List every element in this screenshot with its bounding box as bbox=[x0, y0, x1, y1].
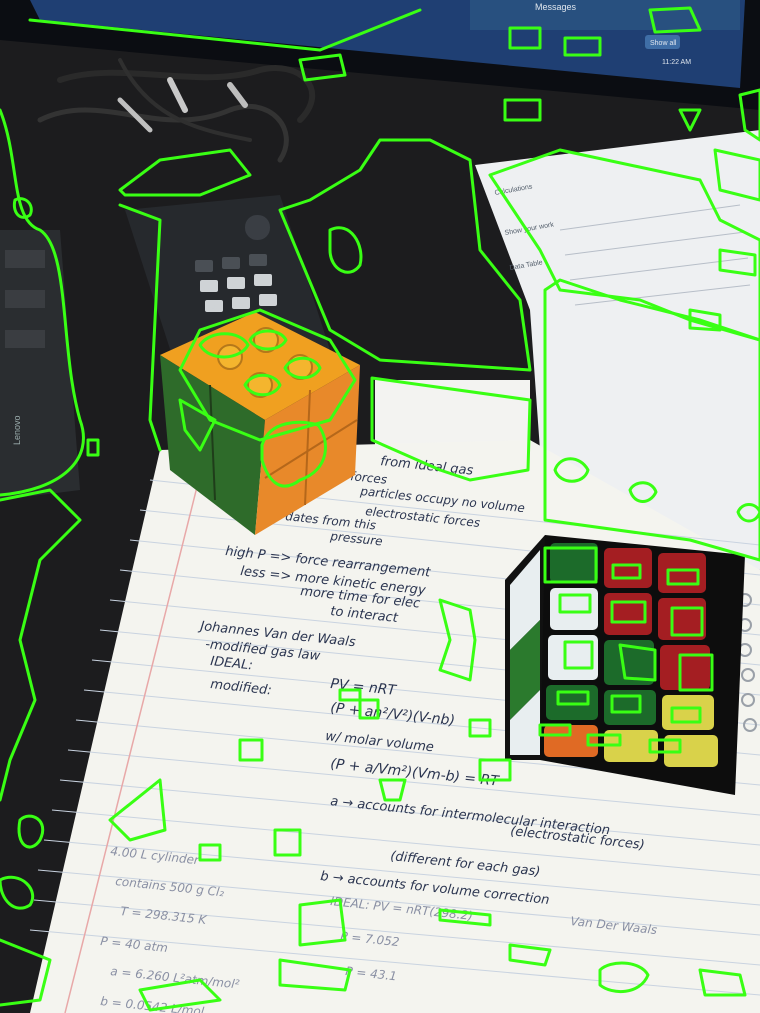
desk-photo: Messages Show all 11:22 AM Lenovo 7 8 9 … bbox=[0, 0, 760, 1013]
keyboard-brand-label: Lenovo bbox=[12, 415, 22, 445]
calculator-keypad: 7 8 9 4 5 6 bbox=[195, 254, 277, 313]
calc-key-6: 6 bbox=[265, 296, 271, 307]
rubiks-cube bbox=[505, 535, 745, 795]
calc-key-4: 4 bbox=[211, 302, 217, 313]
monitor-button-label: Show all bbox=[650, 40, 677, 47]
calc-key-8: 8 bbox=[233, 279, 239, 290]
calc-key-7: 7 bbox=[206, 282, 212, 293]
monitor-time-label: 11:22 AM bbox=[662, 59, 691, 66]
calc-key-9: 9 bbox=[260, 276, 266, 287]
rubiks-side-face bbox=[510, 550, 540, 755]
photo-scene: Messages Show all 11:22 AM Lenovo 7 8 9 … bbox=[0, 0, 760, 1013]
calc-key-5: 5 bbox=[238, 299, 244, 310]
monitor-tab-label: Messages bbox=[535, 2, 577, 12]
